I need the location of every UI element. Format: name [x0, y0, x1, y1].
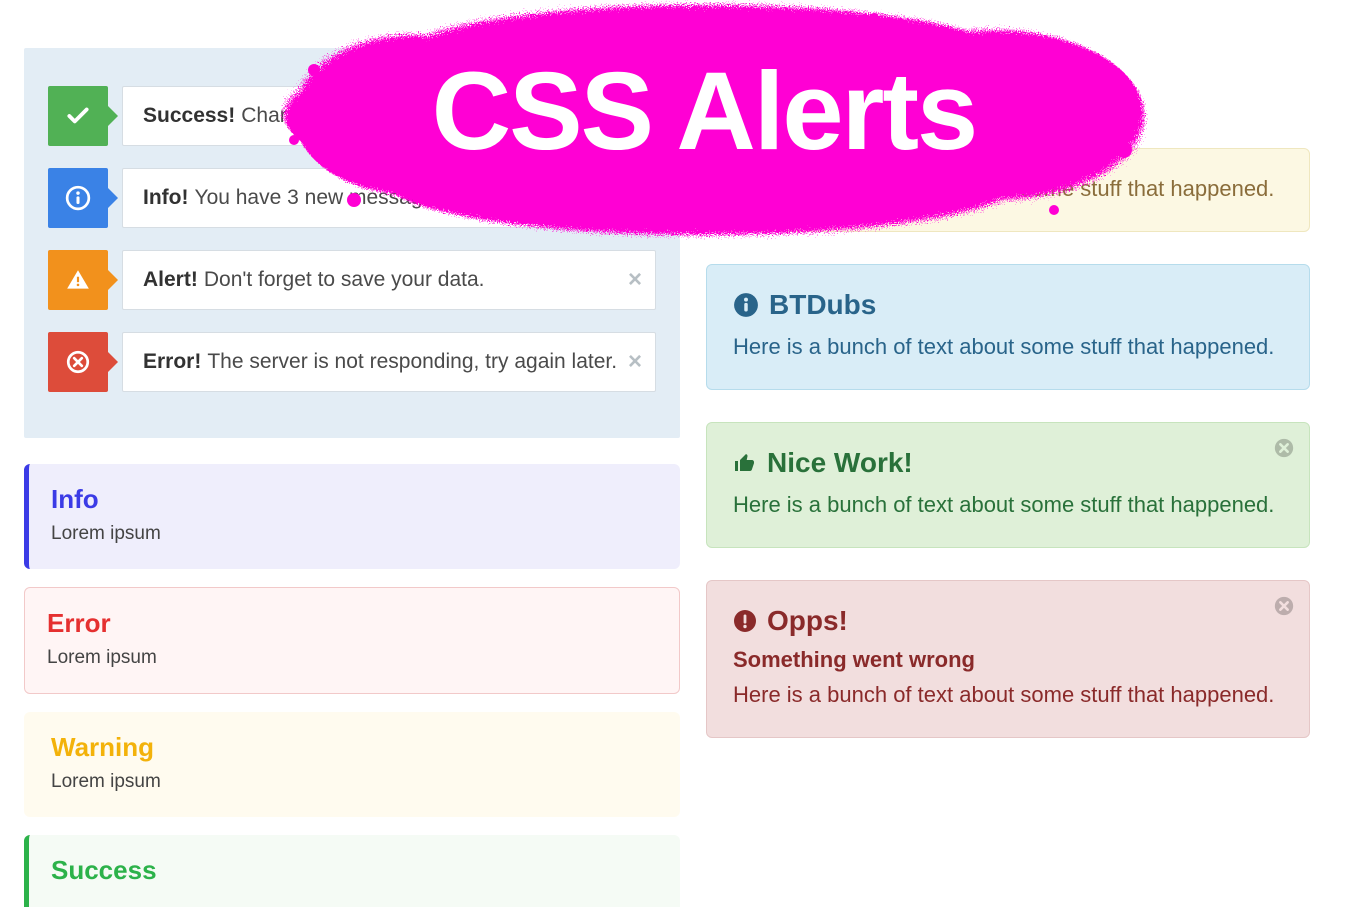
thumbs-up-icon	[733, 451, 757, 475]
flat-alert-title: Warning	[51, 732, 658, 763]
alert-body: Error!The server is not responding, try …	[122, 332, 656, 392]
flat-alert-group: Info Lorem ipsum Error Lorem ipsum Warni…	[24, 464, 680, 907]
exclamation-icon	[733, 609, 757, 633]
alert-info: Info!You have 3 new messages in your inb…	[48, 168, 656, 228]
close-icon[interactable]: ×	[628, 184, 642, 212]
flat-alert-success: Success	[24, 835, 680, 907]
boot-alert-success: Nice Work! Here is a bunch of text about…	[706, 422, 1310, 548]
alert-strong: Error!	[143, 350, 201, 374]
boot-alert-header: Opps!	[733, 605, 1283, 637]
alert-success: Success!Changes have been saved. ×	[48, 86, 656, 146]
alert-strong: Alert!	[143, 268, 198, 292]
flat-alert-info: Info Lorem ipsum	[24, 464, 680, 569]
alert-body: Success!Changes have been saved.	[122, 86, 656, 146]
boot-alert-subtitle: Something went wrong	[733, 647, 1283, 673]
boot-alert-text: Here is a bunch of text about some stuff…	[733, 331, 1283, 363]
flat-alert-warning: Warning Lorem ipsum	[24, 712, 680, 817]
alert-text: Changes have been saved.	[241, 104, 497, 128]
boot-alert-title: BTDubs	[769, 289, 876, 321]
boot-alert-text: Here is a bunch of text about some stuff…	[733, 679, 1283, 711]
alert-body: Alert!Don't forget to save your data.	[122, 250, 656, 310]
check-icon	[48, 86, 108, 146]
alert-warning: Alert!Don't forget to save your data. ×	[48, 250, 656, 310]
close-icon[interactable]: ×	[628, 102, 642, 130]
flat-alert-title: Success	[51, 855, 658, 886]
close-icon[interactable]	[1273, 595, 1295, 624]
alert-text: Don't forget to save your data.	[204, 268, 485, 292]
boot-alert-warning: Here is a bunch of text about some stuff…	[706, 148, 1310, 232]
alert-error: Error!The server is not responding, try …	[48, 332, 656, 392]
flat-alert-body: Lorem ipsum	[47, 647, 657, 669]
boot-alert-header: BTDubs	[733, 289, 1283, 321]
flat-alert-title: Info	[51, 484, 658, 515]
alert-text: The server is not responding, try again …	[207, 350, 617, 374]
boot-alert-info: BTDubs Here is a bunch of text about som…	[706, 264, 1310, 390]
flat-alert-title: Error	[47, 608, 657, 639]
flat-alert-body: Lorem ipsum	[51, 771, 658, 793]
info-icon	[48, 168, 108, 228]
boot-alert-text: Here is a bunch of text about some stuff…	[733, 489, 1283, 521]
flat-alert-body: Lorem ipsum	[51, 523, 658, 545]
warning-icon	[48, 250, 108, 310]
info-icon	[733, 292, 759, 318]
close-icon[interactable]	[1273, 437, 1295, 466]
flat-alert-error: Error Lorem ipsum	[24, 587, 680, 694]
alert-strong: Success!	[143, 104, 235, 128]
bootstrap-alert-group: Here is a bunch of text about some stuff…	[706, 88, 1310, 770]
alert-body: Info!You have 3 new messages in your inb…	[122, 168, 656, 228]
boot-alert-error: Opps! Something went wrong Here is a bun…	[706, 580, 1310, 738]
boot-alert-title: Opps!	[767, 605, 848, 637]
alert-strong: Info!	[143, 186, 188, 210]
alert-text: You have 3 new messages in your inbox.	[194, 186, 575, 210]
boot-alert-title: Nice Work!	[767, 447, 913, 479]
close-icon[interactable]: ×	[628, 348, 642, 376]
boot-alert-text: Here is a bunch of text about some stuff…	[733, 173, 1283, 205]
close-icon[interactable]: ×	[628, 266, 642, 294]
times-icon	[48, 332, 108, 392]
boot-alert-header: Nice Work!	[733, 447, 1283, 479]
arrow-alert-panel: Success!Changes have been saved. × Info!…	[24, 48, 680, 438]
